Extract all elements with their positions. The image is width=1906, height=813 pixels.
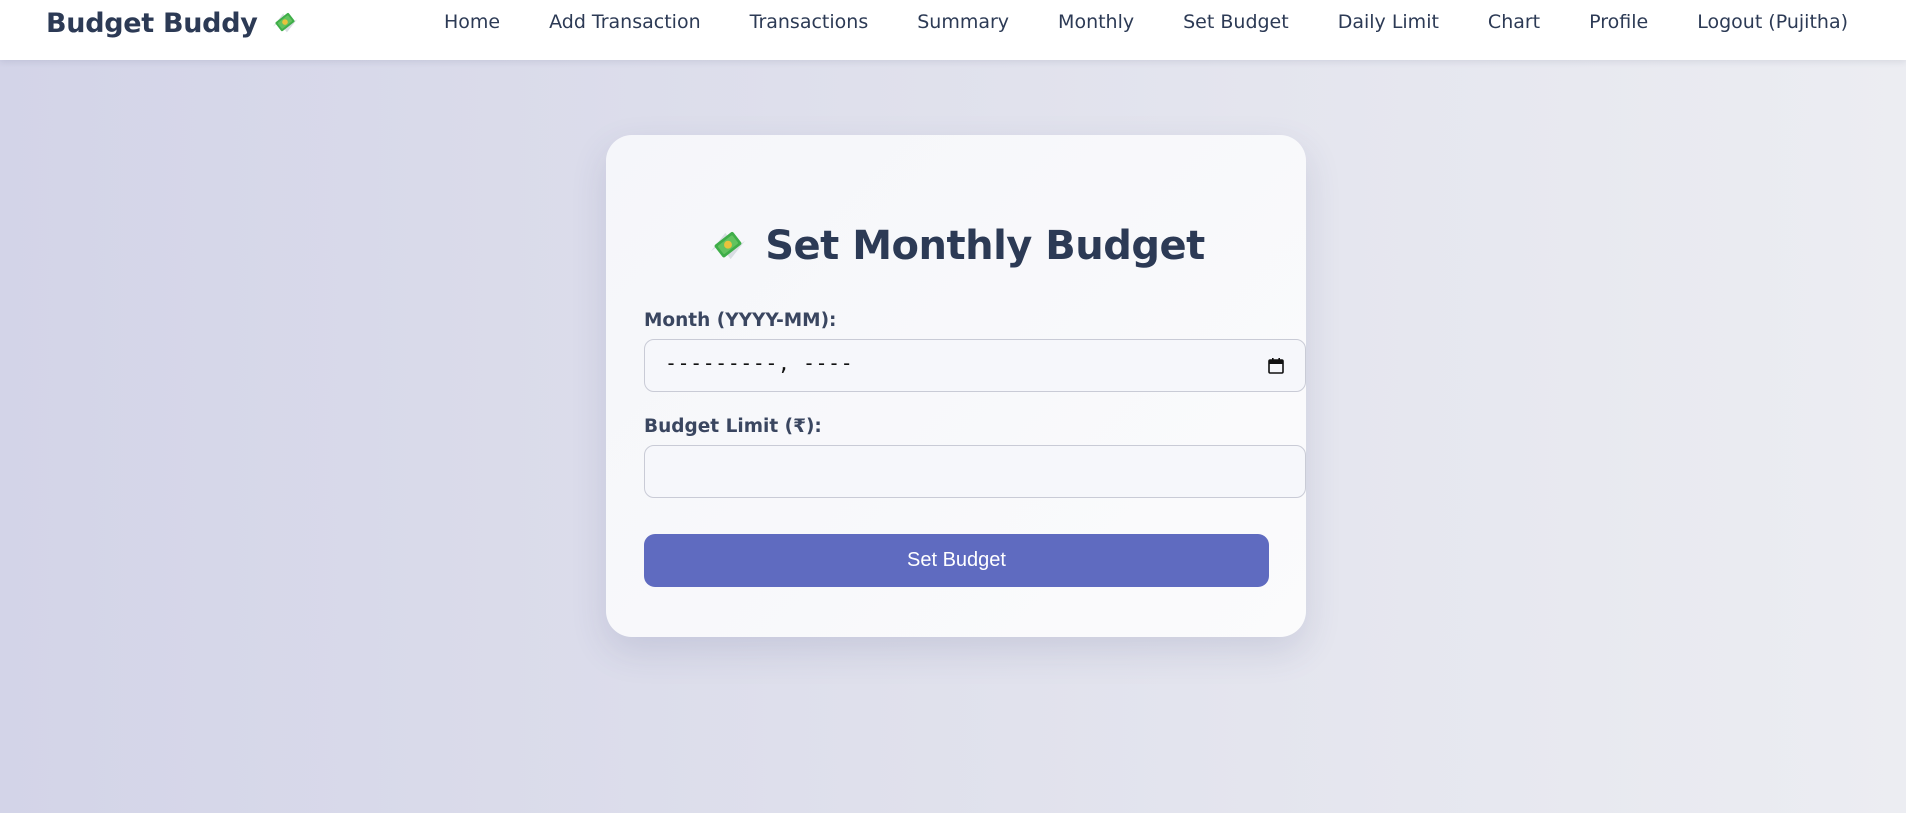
page-title: Set Monthly Budget [606, 223, 1306, 269]
month-field-label: Month (YYYY-MM): [644, 310, 837, 331]
nav-link-daily-limit[interactable]: Daily Limit [1338, 8, 1439, 36]
nav-link-monthly[interactable]: Monthly [1058, 8, 1134, 36]
page-title-text: Set Monthly Budget [765, 223, 1205, 269]
money-with-wings-icon [270, 8, 300, 38]
nav-link-set-budget[interactable]: Set Budget [1183, 8, 1289, 36]
brand-name: Budget Buddy [46, 7, 258, 39]
nav-link-logout[interactable]: Logout (Pujitha) [1697, 8, 1848, 36]
nav-link-summary[interactable]: Summary [917, 8, 1009, 36]
budget-limit-input[interactable] [644, 445, 1306, 498]
nav-link-transactions[interactable]: Transactions [750, 8, 869, 36]
nav-link-chart[interactable]: Chart [1488, 8, 1540, 36]
main-nav: Home Add Transaction Transactions Summar… [444, 8, 1848, 36]
budget-limit-field-label: Budget Limit (₹): [644, 416, 822, 437]
month-input-value: ---------, ---- [665, 351, 854, 375]
money-with-wings-icon [707, 225, 749, 267]
budget-form-card: Set Monthly Budget Month (YYYY-MM): ----… [606, 135, 1306, 637]
nav-link-add-transaction[interactable]: Add Transaction [549, 8, 701, 36]
calendar-icon[interactable] [1267, 357, 1285, 375]
month-input[interactable]: ---------, ---- [644, 339, 1306, 392]
top-navbar: Budget Buddy Home Add Transaction Transa… [0, 0, 1906, 60]
set-budget-button[interactable]: Set Budget [644, 534, 1269, 587]
nav-link-profile[interactable]: Profile [1589, 8, 1648, 36]
brand-logo[interactable]: Budget Buddy [46, 6, 300, 40]
nav-link-home[interactable]: Home [444, 8, 500, 36]
